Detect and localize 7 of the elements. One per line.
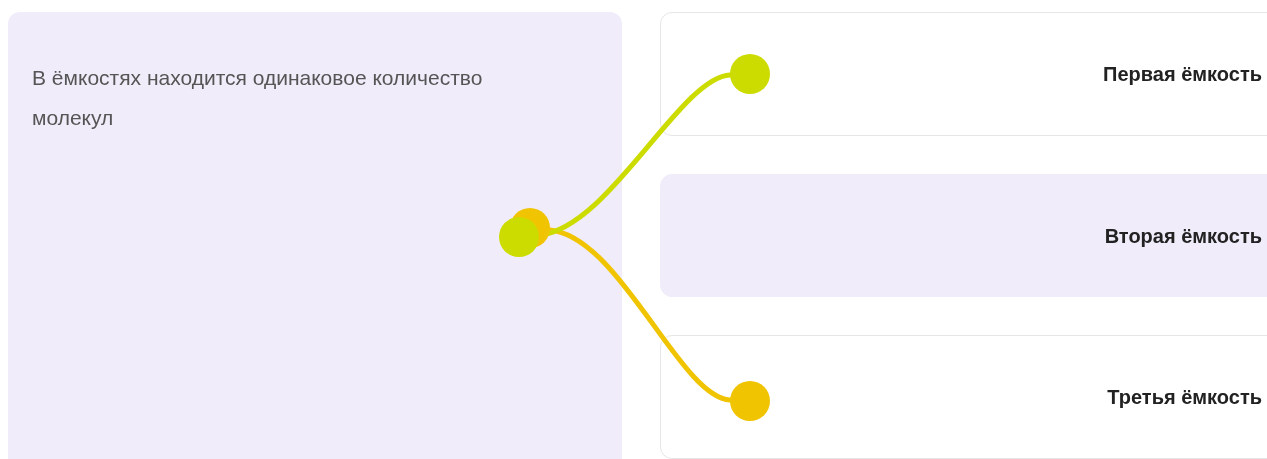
answer-option[interactable]: Третья ёмкость — [660, 335, 1267, 459]
statement-text: В ёмкостях находится одинаковое количество молекул — [32, 65, 484, 131]
connector-dot[interactable] — [730, 381, 770, 421]
connector-dot[interactable] — [730, 54, 770, 94]
connector-knot-drawing[interactable] — [499, 208, 550, 257]
answer-option[interactable]: Вторая ёмкость — [660, 173, 1267, 298]
answer-option[interactable]: Первая ёмкость — [660, 12, 1267, 136]
